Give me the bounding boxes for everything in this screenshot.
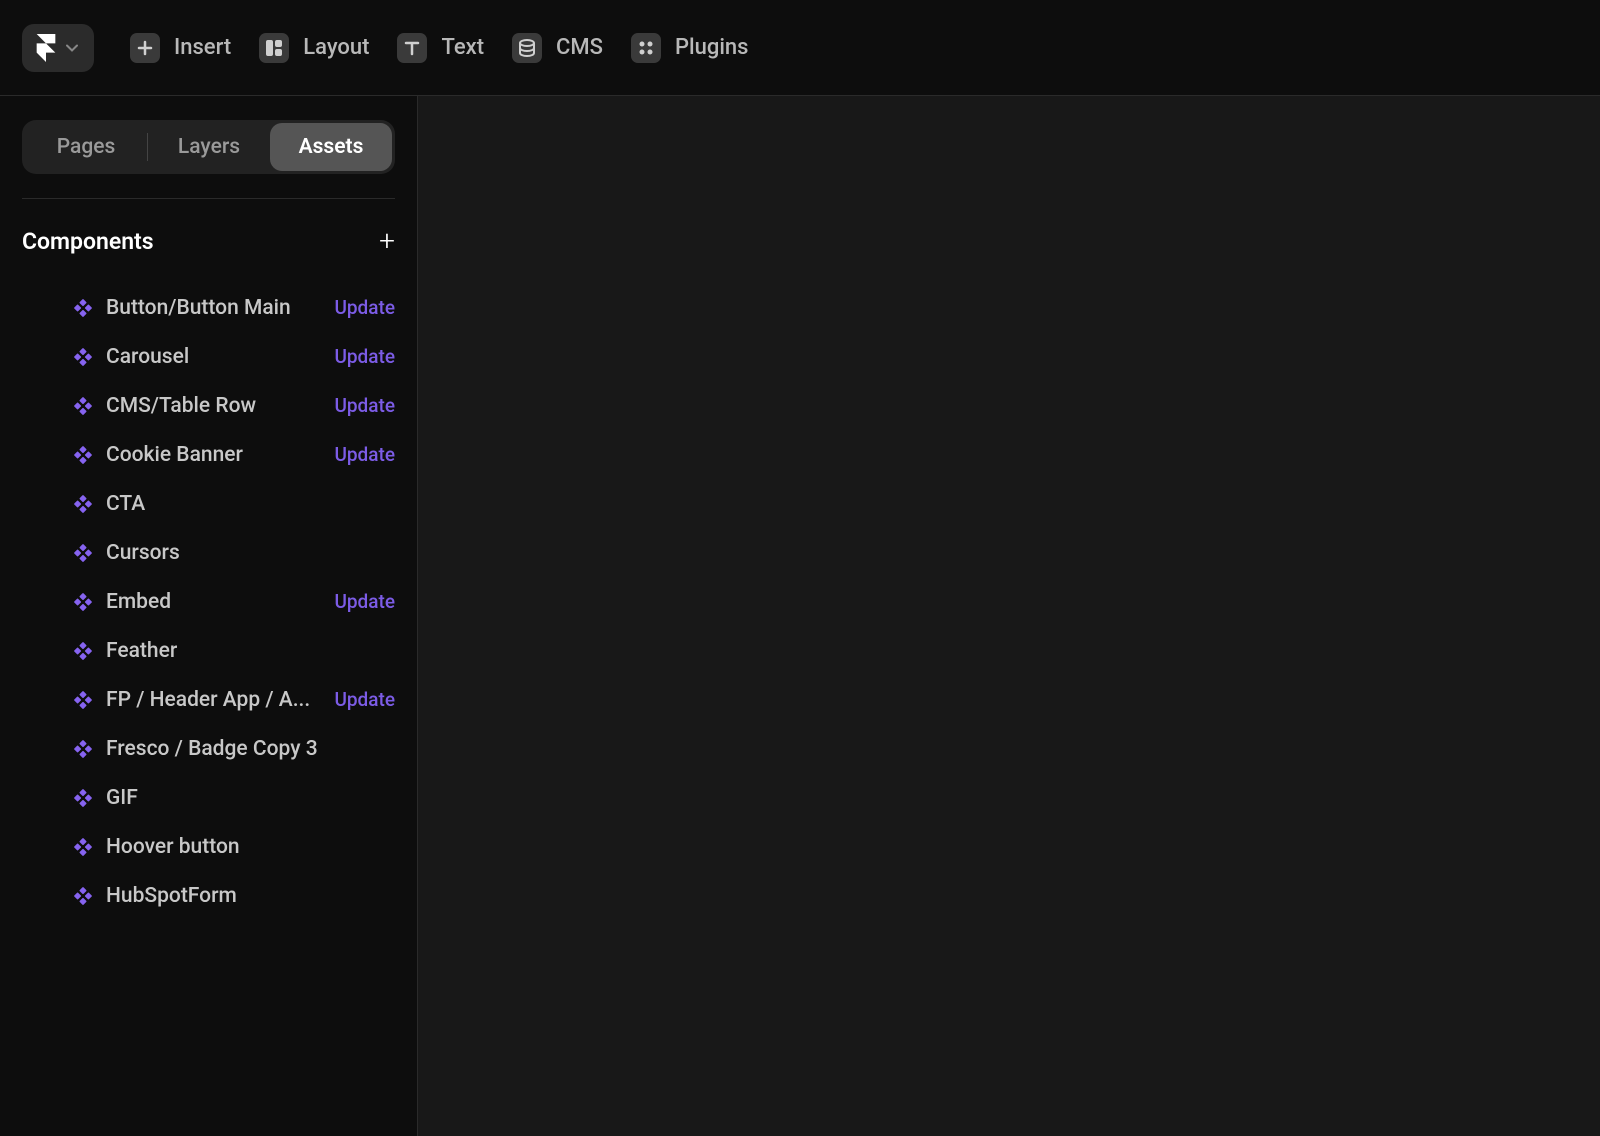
update-link[interactable]: Update — [334, 590, 395, 613]
toolbar-label: Plugins — [675, 35, 749, 60]
stack-icon — [512, 33, 542, 63]
component-name: Cookie Banner — [106, 443, 326, 467]
component-diamond-icon — [74, 593, 92, 611]
component-item[interactable]: Cursors — [22, 528, 395, 577]
text-icon — [397, 33, 427, 63]
toolbar-items: Insert Layout Text CMS Plugins — [130, 33, 749, 63]
update-link[interactable]: Update — [334, 296, 395, 319]
component-diamond-icon — [74, 299, 92, 317]
component-name: Fresco / Badge Copy 3 — [106, 737, 395, 761]
left-sidebar: Pages Layers Assets Components + Button/… — [0, 96, 418, 1136]
component-item[interactable]: Cookie Banner Update — [22, 430, 395, 479]
component-name: FP / Header App / A... — [106, 688, 326, 712]
toolbar-label: Text — [441, 35, 484, 60]
component-diamond-icon — [74, 397, 92, 415]
component-name: GIF — [106, 786, 395, 810]
component-name: Carousel — [106, 345, 326, 369]
component-list: Button/Button Main Update Carousel Updat… — [22, 283, 395, 920]
toolbar-label: Insert — [174, 35, 231, 60]
component-diamond-icon — [74, 691, 92, 709]
plus-icon — [130, 33, 160, 63]
component-item[interactable]: FP / Header App / A... Update — [22, 675, 395, 724]
component-name: Cursors — [106, 541, 395, 565]
update-link[interactable]: Update — [334, 443, 395, 466]
toolbar-text[interactable]: Text — [397, 33, 484, 63]
component-diamond-icon — [74, 348, 92, 366]
toolbar-plugins[interactable]: Plugins — [631, 33, 749, 63]
component-item[interactable]: HubSpotForm — [22, 871, 395, 920]
component-item[interactable]: Hoover button — [22, 822, 395, 871]
tab-label: Assets — [299, 135, 364, 159]
update-link[interactable]: Update — [334, 688, 395, 711]
update-link[interactable]: Update — [334, 394, 395, 417]
divider — [22, 198, 395, 199]
component-diamond-icon — [74, 789, 92, 807]
component-item[interactable]: Feather — [22, 626, 395, 675]
toolbar-label: Layout — [303, 35, 369, 60]
component-name: HubSpotForm — [106, 884, 395, 908]
framer-logo-icon — [34, 36, 58, 60]
component-name: Feather — [106, 639, 395, 663]
component-diamond-icon — [74, 544, 92, 562]
add-component-button[interactable]: + — [379, 227, 395, 255]
component-item[interactable]: Button/Button Main Update — [22, 283, 395, 332]
sidebar-tabs: Pages Layers Assets — [22, 120, 395, 174]
component-name: CMS/Table Row — [106, 394, 326, 418]
component-item[interactable]: GIF — [22, 773, 395, 822]
component-diamond-icon — [74, 887, 92, 905]
tab-pages[interactable]: Pages — [25, 123, 147, 171]
toolbar-insert[interactable]: Insert — [130, 33, 231, 63]
component-diamond-icon — [74, 740, 92, 758]
component-name: CTA — [106, 492, 395, 516]
component-diamond-icon — [74, 838, 92, 856]
tab-layers[interactable]: Layers — [148, 123, 270, 171]
component-name: Embed — [106, 590, 326, 614]
component-item[interactable]: Carousel Update — [22, 332, 395, 381]
component-diamond-icon — [74, 446, 92, 464]
toolbar-layout[interactable]: Layout — [259, 33, 369, 63]
component-diamond-icon — [74, 495, 92, 513]
toolbar-label: CMS — [556, 35, 603, 60]
tab-label: Layers — [178, 135, 240, 159]
component-item[interactable]: CMS/Table Row Update — [22, 381, 395, 430]
component-item[interactable]: CTA — [22, 479, 395, 528]
main-area: Pages Layers Assets Components + Button/… — [0, 96, 1600, 1136]
component-name: Hoover button — [106, 835, 395, 859]
layout-icon — [259, 33, 289, 63]
component-item[interactable]: Embed Update — [22, 577, 395, 626]
components-header: Components + — [22, 227, 395, 255]
tab-assets[interactable]: Assets — [270, 123, 392, 171]
tab-label: Pages — [57, 135, 116, 159]
chevron-down-icon — [64, 40, 80, 56]
update-link[interactable]: Update — [334, 345, 395, 368]
component-name: Button/Button Main — [106, 296, 326, 320]
top-toolbar: Insert Layout Text CMS Plugins — [0, 0, 1600, 96]
toolbar-cms[interactable]: CMS — [512, 33, 603, 63]
component-item[interactable]: Fresco / Badge Copy 3 — [22, 724, 395, 773]
app-menu-button[interactable] — [22, 24, 94, 72]
plugins-icon — [631, 33, 661, 63]
section-title: Components — [22, 228, 154, 255]
canvas-area[interactable] — [418, 96, 1600, 1136]
component-diamond-icon — [74, 642, 92, 660]
